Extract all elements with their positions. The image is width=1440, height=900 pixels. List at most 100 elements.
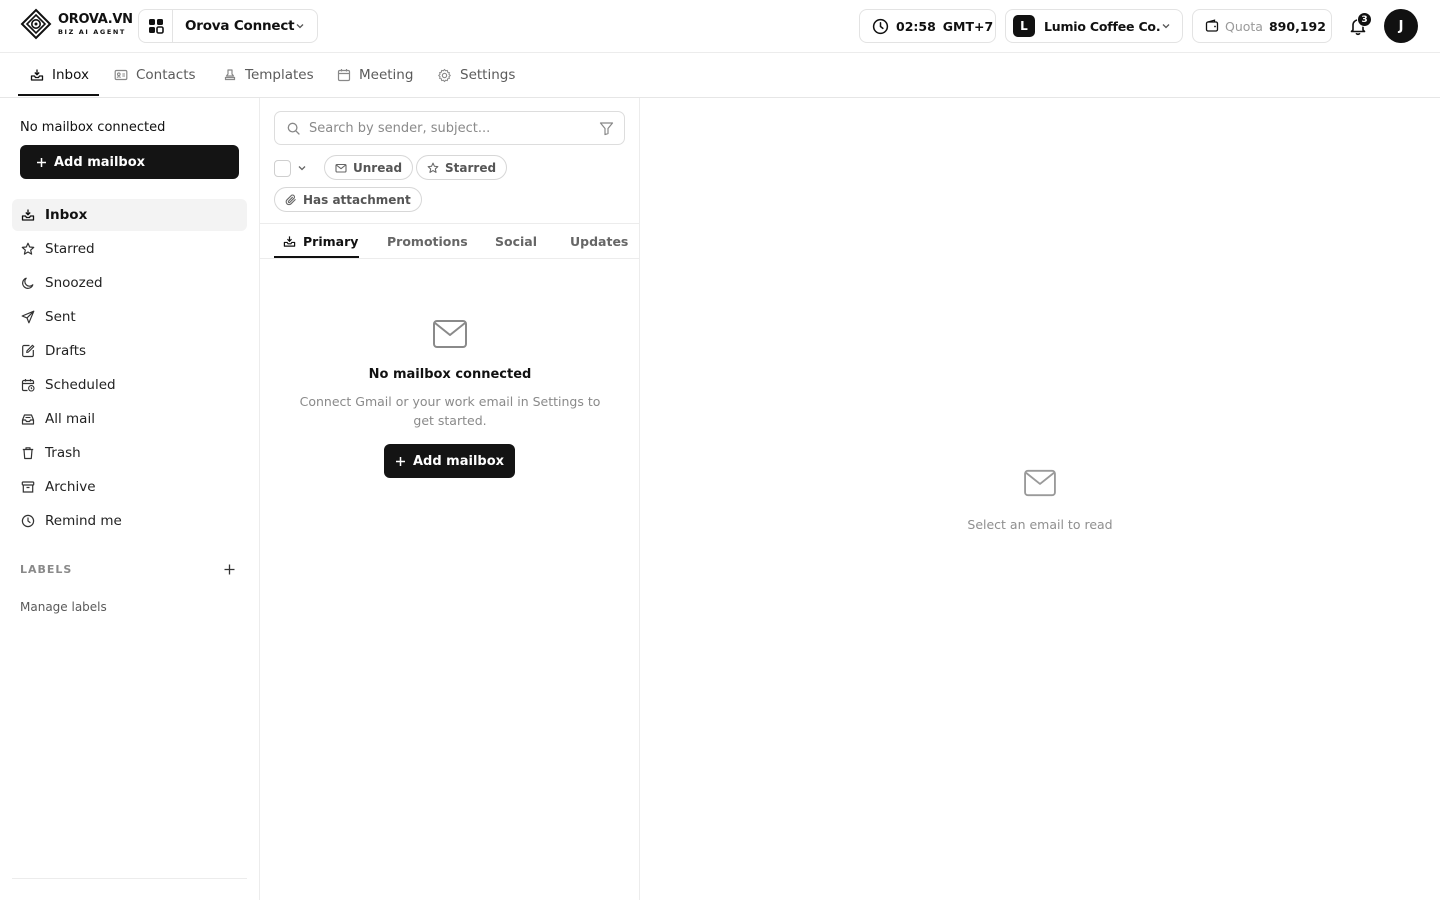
- tab-meeting[interactable]: Meeting: [337, 53, 413, 97]
- draft-icon: [21, 344, 35, 358]
- notification-count-badge: 3: [1357, 12, 1372, 27]
- envelope-icon: [1023, 469, 1057, 497]
- sidebar-item-label: Remind me: [45, 513, 122, 529]
- chevron-down-icon[interactable]: [297, 163, 307, 173]
- user-avatar[interactable]: J: [1384, 9, 1418, 43]
- add-mailbox-label: Add mailbox: [412, 453, 505, 469]
- chip-label: Has attachment: [303, 192, 411, 207]
- tab-social[interactable]: Social: [495, 224, 537, 258]
- app-grid-icon: [139, 10, 173, 42]
- manage-labels-link[interactable]: Manage labels: [20, 600, 107, 614]
- sidebar-item-drafts[interactable]: Drafts: [12, 335, 247, 367]
- filter-icon[interactable]: [599, 121, 614, 136]
- tab-templates[interactable]: Templates: [223, 53, 314, 97]
- tab-contacts[interactable]: Contacts: [114, 53, 196, 97]
- sidebar-item-sent[interactable]: Sent: [12, 301, 247, 333]
- add-mailbox-label: Add mailbox: [54, 154, 146, 170]
- paperclip-icon: [285, 194, 297, 206]
- star-icon: [427, 162, 439, 174]
- mailbox-icon: [21, 412, 35, 426]
- envelope-icon: [432, 319, 468, 349]
- orova-logo-icon: [20, 8, 52, 40]
- mail-sidebar: No mailbox connected Add mailbox Inbox S…: [0, 98, 260, 900]
- chip-label: Starred: [445, 160, 497, 175]
- tab-inbox[interactable]: Inbox: [30, 53, 89, 97]
- sidebar-item-scheduled[interactable]: Scheduled: [12, 369, 247, 401]
- filter-chip-has-attachment[interactable]: Has attachment: [274, 187, 422, 212]
- sidebar-item-trash[interactable]: Trash: [12, 437, 247, 469]
- sidebar-item-inbox[interactable]: Inbox: [12, 199, 247, 231]
- sidebar-item-label: Snoozed: [45, 275, 103, 291]
- quota-label: Quota: [1225, 18, 1263, 34]
- brand-name: OROVA.VN: [58, 11, 133, 27]
- brand-tagline: BIZ AI AGENT: [58, 27, 126, 36]
- reading-pane-placeholder: Select an email to read: [967, 517, 1113, 532]
- top-bar: OROVA.VN BIZ AI AGENT Orova Connect 02:5…: [0, 0, 1440, 53]
- sidebar-item-remind-me[interactable]: Remind me: [12, 505, 247, 537]
- contact-card-icon: [114, 68, 128, 82]
- inbox-icon: [21, 208, 35, 222]
- app-switcher[interactable]: Orova Connect: [138, 9, 318, 43]
- wallet-icon: [1205, 19, 1219, 33]
- sidebar-item-label: Archive: [45, 479, 96, 495]
- tab-primary[interactable]: Primary: [283, 224, 358, 258]
- active-tab-indicator: [18, 94, 99, 96]
- sidebar-item-label: Sent: [45, 309, 76, 325]
- clock-display[interactable]: 02:58 GMT+7: [859, 9, 996, 43]
- envelope-icon: [335, 162, 347, 174]
- organization-switcher[interactable]: L Lumio Coffee Co.: [1005, 9, 1183, 43]
- quota-value: 890,192: [1268, 18, 1326, 34]
- org-name: Lumio Coffee Co.: [1044, 18, 1161, 34]
- sidebar-item-snoozed[interactable]: Snoozed: [12, 267, 247, 299]
- org-avatar: L: [1013, 15, 1035, 37]
- clock-time: 02:58: [896, 18, 936, 34]
- search-input[interactable]: [309, 120, 589, 136]
- calendar-clock-icon: [21, 378, 35, 392]
- labels-heading: LABELS: [20, 563, 73, 576]
- sidebar-item-label: Scheduled: [45, 377, 116, 393]
- add-mailbox-button[interactable]: Add mailbox: [20, 145, 239, 179]
- sidebar-footer-divider: [12, 878, 247, 879]
- inbox-icon: [30, 68, 44, 82]
- current-app-name: Orova Connect: [185, 18, 295, 34]
- filter-chip-unread[interactable]: Unread: [324, 155, 414, 180]
- tab-label: Social: [495, 233, 538, 249]
- moon-icon: [21, 276, 35, 290]
- brand-logo[interactable]: OROVA.VN BIZ AI AGENT: [20, 8, 133, 40]
- tab-label: Inbox: [52, 67, 89, 83]
- clock-icon: [872, 18, 889, 35]
- select-all-checkbox[interactable]: [274, 160, 291, 177]
- add-label-plus-icon[interactable]: [223, 563, 236, 576]
- tab-settings[interactable]: Settings: [437, 53, 515, 97]
- tab-updates[interactable]: Updates: [570, 224, 628, 258]
- tab-label: Primary: [303, 233, 359, 249]
- clock-icon: [21, 514, 35, 528]
- plus-icon: [36, 157, 47, 168]
- chevron-down-icon: [1161, 21, 1171, 31]
- category-tabs-bottom-divider: [260, 258, 640, 259]
- chevron-down-icon: [295, 21, 305, 31]
- quota-display[interactable]: Quota 890,192: [1192, 9, 1332, 43]
- tab-promotions[interactable]: Promotions: [387, 224, 468, 258]
- empty-state-description: Connect Gmail or your work email in Sett…: [299, 394, 601, 428]
- reading-pane: Select an email to read: [640, 98, 1440, 900]
- sidebar-item-archive[interactable]: Archive: [12, 471, 247, 503]
- sidebar-item-label: All mail: [45, 411, 95, 427]
- sidebar-item-label: Trash: [45, 445, 81, 461]
- star-icon: [21, 242, 35, 256]
- sidebar-item-all-mail[interactable]: All mail: [12, 403, 247, 435]
- tab-label: Updates: [570, 233, 629, 249]
- main-navigation: Inbox Contacts Templates Meeting Setting…: [0, 53, 1440, 98]
- filter-chip-starred[interactable]: Starred: [416, 155, 508, 180]
- tab-label: Contacts: [136, 67, 196, 83]
- sidebar-item-starred[interactable]: Starred: [12, 233, 247, 265]
- inbox-icon: [283, 235, 296, 248]
- message-list-panel: Unread Starred Has attachment Primary Pr…: [260, 98, 640, 900]
- tab-label: Templates: [245, 67, 314, 83]
- send-icon: [21, 310, 35, 324]
- sidebar-item-label: Inbox: [45, 207, 88, 223]
- calendar-icon: [337, 68, 351, 82]
- sidebar-item-label: Starred: [45, 241, 95, 257]
- add-mailbox-button[interactable]: Add mailbox: [384, 444, 515, 478]
- tab-label: Meeting: [359, 67, 414, 83]
